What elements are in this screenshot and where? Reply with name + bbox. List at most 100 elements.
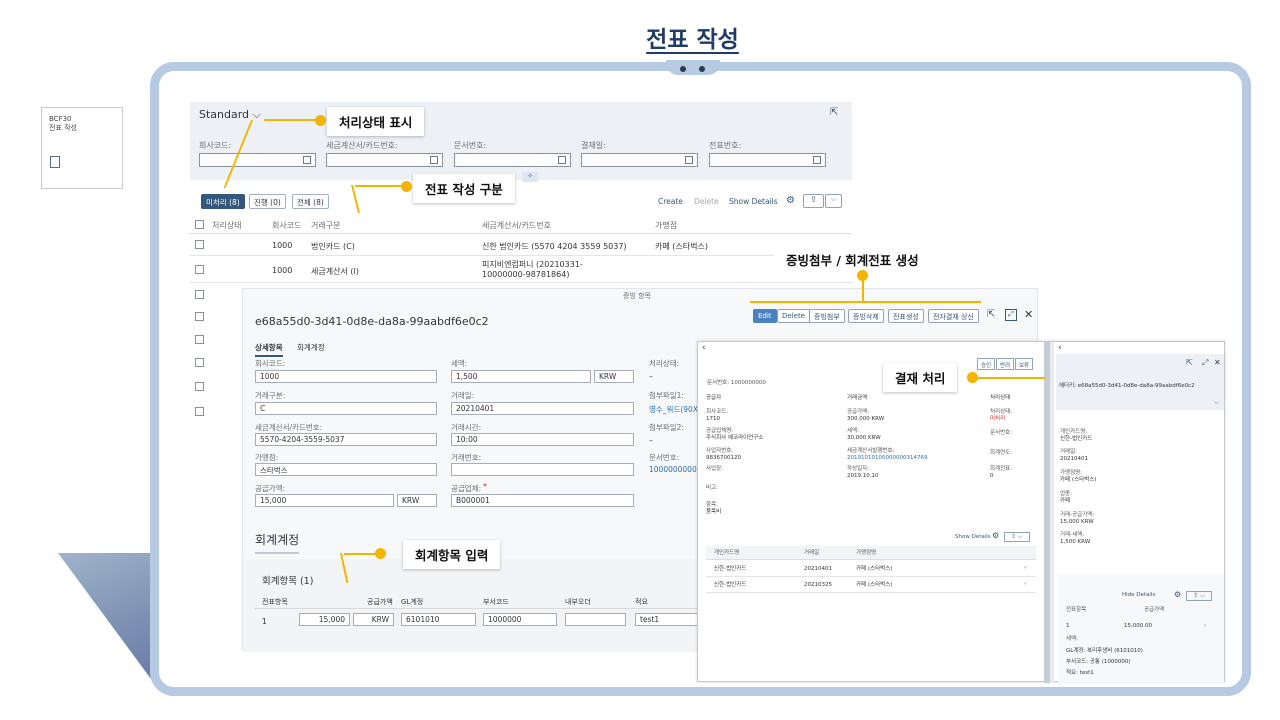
item-currency-field[interactable]: KRW [353,613,394,626]
field-label: 공급가액: [847,409,870,415]
internal-order-field[interactable] [565,613,626,626]
chevron-down-icon[interactable]: ⌵ [1214,398,1219,407]
field-label: 처리상태: [990,409,1013,415]
row-checkbox[interactable] [195,382,204,391]
slip-filter-input[interactable] [709,153,826,167]
share-icon[interactable]: ⇱ [1186,358,1193,367]
callout-line [862,280,864,302]
card-field[interactable]: 5570-4204-3559-5037 [255,433,437,446]
column-header: 가맹점 [655,221,678,230]
show-details-button[interactable]: Show Details [729,197,778,206]
supply-field[interactable]: 15,000 [255,494,394,507]
back-icon[interactable]: ‹ [1058,343,1062,353]
note-field[interactable]: test1 [635,613,705,626]
create-slip-button[interactable]: 전표생성 [888,309,924,323]
field-label: 가맹점: [255,453,279,462]
select-all-checkbox[interactable] [195,220,204,229]
tab-unprocessed[interactable]: 미처리 (8) [201,194,245,209]
field-value[interactable]: 20191010100000000314769 [847,455,927,462]
doc-filter-input[interactable] [454,153,571,167]
gl-account-field[interactable]: 6101010 [401,613,476,626]
delete-evidence-button[interactable]: 증빙삭제 [848,309,884,323]
field-label: 공급업체: [451,484,482,493]
settings-icon[interactable]: ⚙ [786,195,795,206]
back-icon[interactable]: ‹ [702,343,706,353]
merchant-cell: 카페 (스타벅스) [856,566,893,572]
tax-currency-field[interactable]: KRW [594,370,634,383]
row-checkbox[interactable] [195,240,204,249]
item-amount-field[interactable]: 15,000 [299,613,350,626]
create-button[interactable]: Create [658,197,683,206]
panel-divider-shade [1050,342,1054,683]
hide-details-button[interactable]: Hide Details [1122,592,1155,599]
card-filter-input[interactable] [326,153,443,167]
share-icon[interactable]: ⇱ [830,107,838,118]
tab-all[interactable]: 전체 (8) [292,194,329,209]
pin-icon[interactable]: ✧ [522,172,538,182]
field-label: 세액: [451,359,468,368]
company-filter-input[interactable] [199,153,316,167]
field-label: 문서번호: [990,430,1013,436]
row-checkbox[interactable] [195,407,204,416]
delete-button[interactable]: Delete [694,197,719,206]
field-label: 공급업체명: [706,428,734,434]
table-row[interactable]: 1000 세금계산서 (I) 피지비엔컴퍼니 (20210331-1000000… [190,256,852,283]
tax-field[interactable]: 1,500 [451,370,591,383]
tab-accounting[interactable]: 회계계정 [297,342,325,353]
chevron-down-icon[interactable]: ⌵ [825,194,842,208]
row-checkbox[interactable] [195,358,204,367]
detail-line: 적요: test1 [1066,670,1094,676]
hold-button[interactable]: 보류 [1015,358,1034,370]
export-icon[interactable]: ⇪ [803,194,824,208]
field-label: 개인카드명: [1060,429,1088,435]
attachment-link[interactable]: 영수_워드(90X) [649,404,701,415]
camera-dot [680,66,686,72]
reject-button[interactable]: 반려 [996,358,1015,370]
supply-currency-field[interactable]: KRW [397,494,437,507]
attach-evidence-button[interactable]: 증빙첨부 [809,309,845,323]
section-label: 거래금액 [847,395,868,401]
row-checkbox[interactable] [195,335,204,344]
type-field[interactable]: C [255,402,437,415]
field-label: 거래-세액: [1060,532,1085,538]
export-icon[interactable]: ⇪ ⌵ [1186,591,1212,601]
row-checkbox[interactable] [195,290,204,299]
callout-dot [401,181,412,192]
trx-number-field[interactable] [451,463,634,476]
row-checkbox[interactable] [195,312,204,321]
show-details-button[interactable]: Show Details [955,534,991,541]
settings-icon[interactable]: ⚙ [1174,590,1181,599]
close-icon[interactable]: ✕ [1024,308,1033,321]
submit-approval-button[interactable]: 전자결재 상신 [928,309,979,323]
merchant-field[interactable]: 스타벅스 [255,463,437,476]
company-field[interactable]: 1000 [255,370,437,383]
dept-code-field[interactable]: 1000000 [483,613,557,626]
table-row[interactable]: 신한-법인카드 20210325 카페 (스타벅스) › [706,577,1036,593]
time-field[interactable]: 10:00 [451,433,634,446]
column-header: 거래일 [804,550,820,556]
table-row[interactable]: 1000 법인카드 (C) 신한 법인카드 (5570 4204 3559 50… [190,234,852,256]
close-icon[interactable]: ✕ [1214,358,1221,367]
required-marker: * [483,482,487,491]
delete-button[interactable]: Delete [777,309,810,323]
share-icon[interactable]: ⇱ [987,309,995,320]
approve-button[interactable]: 승인 [977,358,996,370]
object-id: e68a55d0-3d41-0d8e-da8a-99aabdf6e0c2 [255,315,489,328]
fullscreen-icon[interactable]: ⤢ [1005,309,1017,321]
table-row[interactable]: 신한-법인카드 20210401 카페 (스타벅스) › [706,561,1036,577]
export-icon[interactable]: ⇪ ⌵ [1004,532,1030,542]
date-filter-input[interactable] [581,153,698,167]
date-field[interactable]: 20210401 [451,402,634,415]
fullscreen-icon[interactable]: ⤢ [1202,358,1208,368]
doc-number-link[interactable]: 1000000000 [649,465,697,474]
row-checkbox[interactable] [195,265,204,274]
vendor-field[interactable]: B000001 [451,494,634,507]
settings-icon[interactable]: ⚙ [992,531,999,540]
column-header: 처리상태 [212,221,242,230]
edit-button[interactable]: Edit [753,309,777,323]
field-label: 세금계산서발행번호: [847,448,895,454]
tab-details[interactable]: 상세항목 [255,342,283,357]
tab-in-progress[interactable]: 진행 (0) [249,194,286,209]
field-value: 주식회사 에코라이언구소 [706,435,764,441]
app-tile[interactable]: BCF30 전표 작성 [41,107,123,189]
